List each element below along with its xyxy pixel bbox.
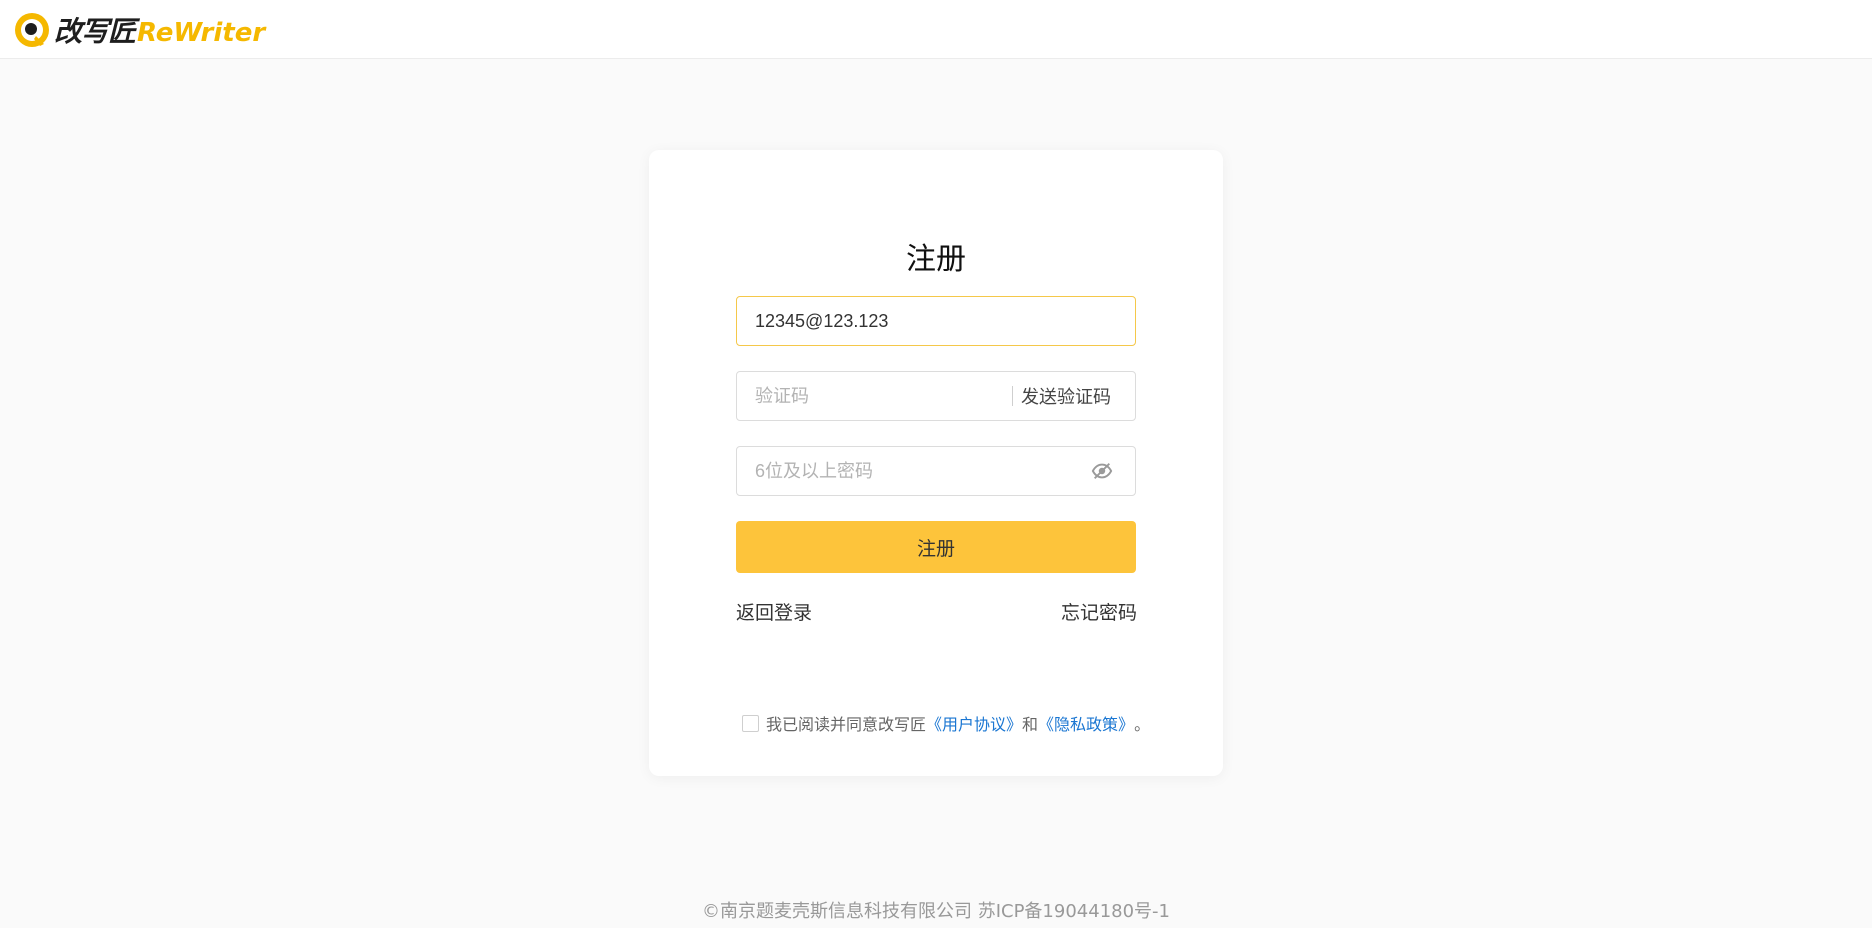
- email-field-wrapper: [736, 296, 1136, 346]
- password-input[interactable]: [737, 447, 1091, 495]
- agreement-checkbox[interactable]: [742, 714, 759, 732]
- forgot-password-link[interactable]: 忘记密码: [1061, 598, 1137, 625]
- brand-name-en: ReWriter: [137, 18, 266, 48]
- password-field-wrapper: [736, 446, 1136, 496]
- send-code-button[interactable]: 发送验证码: [1013, 383, 1135, 409]
- email-input[interactable]: [737, 297, 1135, 345]
- agreement-prefix: 我已阅读并同意改写匠: [766, 715, 927, 734]
- brand-logo[interactable]: 改写匠 ReWriter: [14, 10, 265, 50]
- agreement-row: 我已阅读并同意改写匠 《用户协议》 和 《隐私政策》 。: [742, 711, 1150, 735]
- back-to-login-link[interactable]: 返回登录: [736, 598, 812, 625]
- logo-icon: [15, 13, 49, 47]
- agreement-suffix: 。: [1134, 715, 1151, 734]
- user-agreement-link[interactable]: 《用户协议》: [926, 711, 1022, 735]
- code-field-wrapper: 发送验证码: [736, 371, 1136, 421]
- eye-hidden-icon[interactable]: [1091, 460, 1113, 482]
- brand-name-cn: 改写匠: [54, 15, 136, 48]
- top-header: 改写匠 ReWriter: [0, 0, 1872, 59]
- page-title: 注册: [906, 242, 966, 277]
- verification-code-input[interactable]: [737, 372, 1012, 420]
- register-button[interactable]: 注册: [736, 521, 1136, 573]
- footer-copyright: ©南京题麦壳斯信息科技有限公司 苏ICP备19044180号-1: [701, 901, 1171, 922]
- agreement-conjunction: 和: [1022, 715, 1039, 734]
- privacy-policy-link[interactable]: 《隐私政策》: [1038, 711, 1134, 735]
